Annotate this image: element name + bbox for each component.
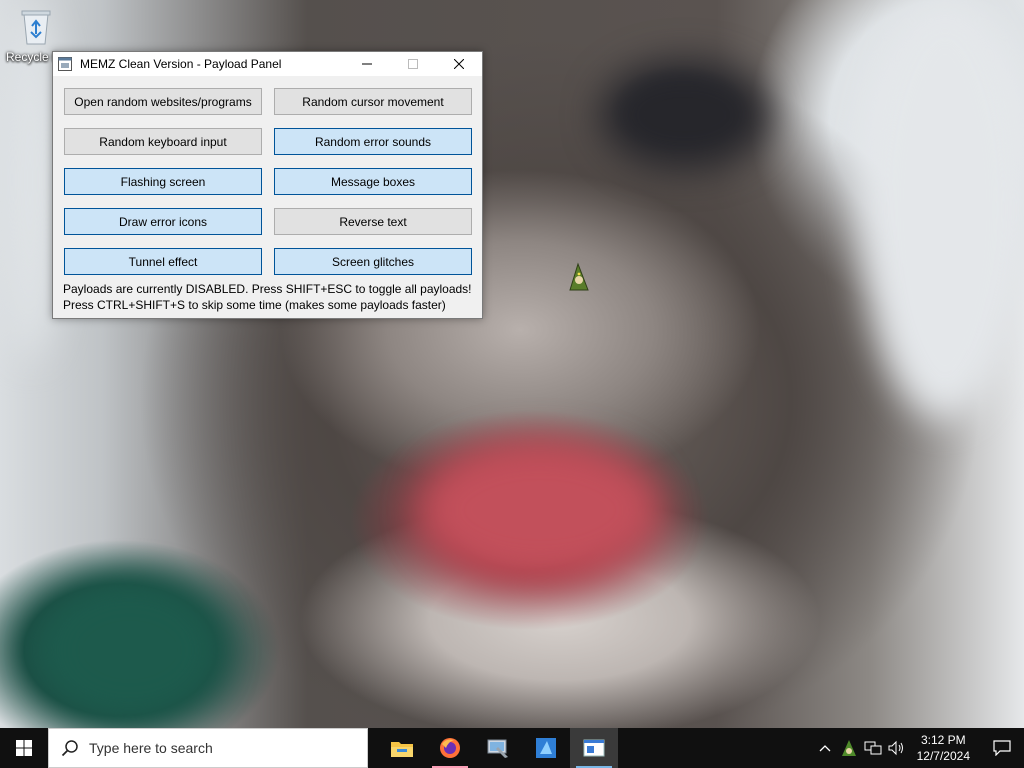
minimize-icon [362, 63, 372, 65]
action-center-button[interactable] [980, 728, 1024, 768]
system-tray: 3:12 PM 12/7/2024 [813, 728, 1024, 768]
clock-time: 3:12 PM [920, 733, 966, 747]
payload-button-cursor-movement[interactable]: Random cursor movement [274, 88, 472, 115]
taskbar-app-visual-studio[interactable] [522, 728, 570, 768]
maximize-icon [408, 59, 418, 69]
payload-button-open-websites[interactable]: Open random websites/programs [64, 88, 262, 115]
title-bar[interactable]: MEMZ Clean Version - Payload Panel [53, 52, 482, 76]
start-button[interactable] [0, 728, 48, 768]
network-icon [864, 741, 882, 755]
control-panel-icon [487, 739, 508, 758]
chevron-up-icon [819, 745, 831, 752]
minimize-button[interactable] [344, 52, 390, 76]
cursor-wizard-icon [566, 262, 592, 295]
recycle-bin-icon [19, 8, 53, 46]
maximize-button[interactable] [390, 52, 436, 76]
window-app-icon [583, 739, 605, 757]
app-icon [58, 57, 72, 71]
payload-button-reverse-text[interactable]: Reverse text [274, 208, 472, 235]
tray-app-wizard[interactable] [837, 728, 861, 768]
clock-date: 12/7/2024 [916, 749, 970, 763]
payload-button-error-sounds[interactable]: Random error sounds [274, 128, 472, 155]
payload-button-message-boxes[interactable]: Message boxes [274, 168, 472, 195]
taskbar-clock[interactable]: 3:12 PM 12/7/2024 [917, 732, 970, 764]
taskbar-app-memz-panel[interactable] [570, 728, 618, 768]
payload-button-keyboard-input[interactable]: Random keyboard input [64, 128, 262, 155]
taskbar-app-file-explorer[interactable] [378, 728, 426, 768]
show-hidden-icons-button[interactable] [813, 728, 837, 768]
windows-logo-icon [16, 740, 32, 756]
payload-button-tunnel-effect[interactable]: Tunnel effect [64, 248, 262, 275]
payload-panel-window: MEMZ Clean Version - Payload Panel Open … [52, 51, 483, 319]
status-line-skip-time: Press CTRL+SHIFT+S to skip some time (ma… [63, 298, 446, 312]
folder-icon [391, 742, 413, 757]
close-icon [454, 59, 464, 69]
volume-control[interactable] [885, 728, 909, 768]
status-line-disabled: Payloads are currently DISABLED. Press S… [63, 282, 472, 296]
payload-button-flashing-screen[interactable]: Flashing screen [64, 168, 262, 195]
notification-icon [993, 740, 1011, 756]
visual-studio-icon [536, 738, 556, 758]
close-button[interactable] [436, 52, 482, 76]
firefox-icon [440, 738, 460, 758]
payload-button-screen-glitches[interactable]: Screen glitches [274, 248, 472, 275]
taskbar-app-firefox[interactable] [426, 728, 474, 768]
network-status[interactable] [861, 728, 885, 768]
taskbar-app-control-panel[interactable] [474, 728, 522, 768]
search-icon [61, 740, 78, 757]
search-placeholder: Type here to search [89, 740, 213, 756]
taskbar-search-box[interactable]: Type here to search [48, 728, 368, 768]
wizard-icon [841, 740, 856, 756]
speaker-icon [888, 740, 903, 756]
taskbar: Type here to search 3:12 PM 12/7/2024 [0, 728, 1024, 768]
payload-button-error-icons[interactable]: Draw error icons [64, 208, 262, 235]
window-title: MEMZ Clean Version - Payload Panel [80, 57, 282, 71]
